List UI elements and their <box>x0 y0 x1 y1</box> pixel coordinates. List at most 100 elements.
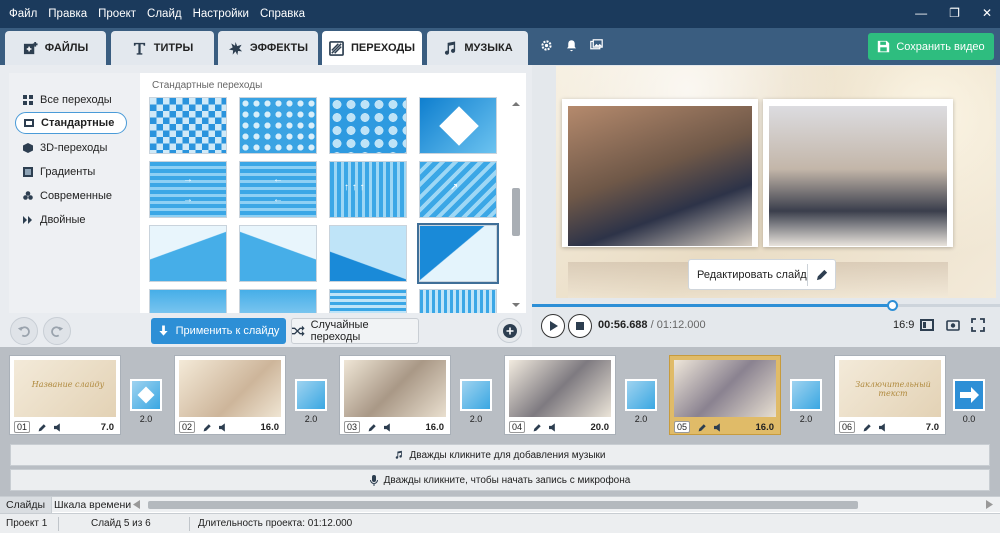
slide-number: 02 <box>179 421 196 433</box>
undo-button[interactable] <box>10 317 38 345</box>
slides-timeline: Название слайду 01 7.0 02 16.0 03 16.0 04 20.0 05… <box>0 347 1000 497</box>
volume-icon[interactable] <box>54 422 64 432</box>
scroll-left-icon[interactable] <box>133 500 141 509</box>
transition-thumb-slide-right[interactable]: → → <box>149 161 227 218</box>
slide-thumbnail <box>344 360 446 417</box>
pencil-icon[interactable] <box>203 423 212 432</box>
settings-gear-icon[interactable] <box>540 39 553 52</box>
stop-button[interactable] <box>568 314 592 338</box>
transition-thumb-corner-2[interactable] <box>239 225 317 282</box>
maximize-icon[interactable]: ❐ <box>949 6 960 20</box>
snapshot-icon[interactable] <box>946 318 960 332</box>
transition-block[interactable] <box>130 379 162 411</box>
horizontal-scroll-thumb[interactable] <box>148 501 858 509</box>
notification-bell-icon[interactable] <box>565 39 578 52</box>
category-all[interactable]: Все переходы <box>15 89 127 111</box>
slide-card[interactable]: Название слайду 01 7.0 <box>9 355 121 435</box>
add-transition-button[interactable] <box>497 318 522 343</box>
category-standard[interactable]: Стандартные <box>15 112 127 134</box>
category-modern[interactable]: Современные <box>15 185 127 207</box>
menu-help[interactable]: Справка <box>260 8 305 20</box>
transition-block[interactable] <box>953 379 985 411</box>
gallery-icon[interactable] <box>590 39 603 52</box>
grid-scrollbar[interactable] <box>511 100 521 310</box>
pencil-icon[interactable] <box>863 423 872 432</box>
transition-thumb-slide-up[interactable]: ↑ ↑ ↑ <box>329 161 407 218</box>
aspect-ratio[interactable]: 16:9 <box>893 319 914 331</box>
tab-transitions-label: ПЕРЕХОДЫ <box>351 42 415 54</box>
pencil-icon[interactable] <box>698 423 707 432</box>
tab-effects-label: ЭФФЕКТЫ <box>249 42 309 54</box>
scroll-right-icon[interactable] <box>985 500 993 509</box>
slide-card[interactable]: Заключительный текст 06 7.0 <box>834 355 946 435</box>
menu-edit[interactable]: Правка <box>48 8 87 20</box>
volume-icon[interactable] <box>549 422 559 432</box>
slide-card[interactable]: 03 16.0 <box>339 355 451 435</box>
music-track[interactable]: Дважды кликните для добавления музыки <box>10 444 990 466</box>
random-transitions-button[interactable]: Случайные переходы <box>291 318 419 344</box>
transition-block[interactable] <box>625 379 657 411</box>
volume-icon[interactable] <box>219 422 229 432</box>
menu-project[interactable]: Проект <box>98 8 136 20</box>
slide-duration: 16.0 <box>425 421 445 433</box>
save-video-button[interactable]: Сохранить видео <box>868 33 994 60</box>
menu-slide[interactable]: Слайд <box>147 8 182 20</box>
pencil-icon[interactable] <box>533 423 542 432</box>
tab-transitions[interactable]: ПЕРЕХОДЫ <box>322 31 422 65</box>
tab-files[interactable]: ФАЙЛЫ <box>5 31 106 65</box>
tab-music[interactable]: МУЗЫКА <box>427 31 528 65</box>
redo-button[interactable] <box>43 317 71 345</box>
menu-settings[interactable]: Настройки <box>193 8 249 20</box>
tab-slides[interactable]: Слайды <box>0 497 53 513</box>
category-gradients[interactable]: Градиенты <box>15 161 127 183</box>
transition-block[interactable] <box>295 379 327 411</box>
slide-card[interactable]: 05 16.0 <box>669 355 781 435</box>
tab-titles-label: ТИТРЫ <box>153 42 194 54</box>
transition-thumb-dots[interactable] <box>239 97 317 154</box>
transition-thumb-diamond[interactable] <box>419 97 497 154</box>
pencil-icon <box>816 269 828 281</box>
minimize-icon[interactable]: — <box>915 6 927 20</box>
menu-file[interactable]: Файл <box>9 8 37 20</box>
slide-card[interactable]: 02 16.0 <box>174 355 286 435</box>
edit-slide-button[interactable]: Редактировать слайд <box>688 259 836 290</box>
close-icon[interactable]: ✕ <box>982 6 992 20</box>
transition-thumb-row4-3[interactable] <box>329 289 407 313</box>
transition-thumb-row4-4[interactable] <box>419 289 497 313</box>
transition-thumb-row4-2[interactable] <box>239 289 317 313</box>
transition-thumb-corner-1[interactable] <box>149 225 227 282</box>
transition-block[interactable] <box>460 379 492 411</box>
apply-to-slide-button[interactable]: Применить к слайду <box>151 318 286 344</box>
playback-progress[interactable] <box>532 300 1000 311</box>
category-double-label: Двойные <box>40 214 86 226</box>
slide-number: 04 <box>509 421 526 433</box>
flower-icon <box>23 191 33 200</box>
transition-thumb-corner-3[interactable] <box>329 225 407 282</box>
transition-block[interactable] <box>790 379 822 411</box>
category-double[interactable]: Двойные <box>15 209 127 231</box>
transition-thumb-diagonal[interactable]: ↗ <box>419 161 497 218</box>
volume-icon[interactable] <box>879 422 889 432</box>
play-button[interactable] <box>541 314 565 338</box>
menu-bar: Файл Правка Проект Слайд Настройки Справ… <box>0 8 305 20</box>
transition-thumb-corner-4[interactable] <box>417 223 499 284</box>
slide-meta: 05 16.0 <box>670 419 780 435</box>
tab-titles[interactable]: ТИТРЫ <box>111 31 214 65</box>
transition-thumb-checker[interactable] <box>149 97 227 154</box>
category-3d[interactable]: 3D-переходы <box>15 137 127 159</box>
fullscreen-icon[interactable] <box>971 318 985 332</box>
microphone-track[interactable]: Дважды кликните, чтобы начать запись с м… <box>10 469 990 491</box>
pencil-icon[interactable] <box>38 423 47 432</box>
volume-icon[interactable] <box>714 422 724 432</box>
film-icon <box>24 119 34 127</box>
transition-thumb-row4-1[interactable] <box>149 289 227 313</box>
tab-effects[interactable]: ЭФФЕКТЫ <box>218 31 318 65</box>
transition-thumb-slide-left[interactable]: ← ← <box>239 161 317 218</box>
transition-thumb-hexagons[interactable] <box>329 97 407 154</box>
tab-timeline[interactable]: Шкала времени <box>48 497 137 513</box>
volume-icon[interactable] <box>384 422 394 432</box>
transition-duration: 2.0 <box>799 414 813 424</box>
slide-card[interactable]: 04 20.0 <box>504 355 616 435</box>
pencil-icon[interactable] <box>368 423 377 432</box>
frame-icon[interactable] <box>920 318 934 332</box>
